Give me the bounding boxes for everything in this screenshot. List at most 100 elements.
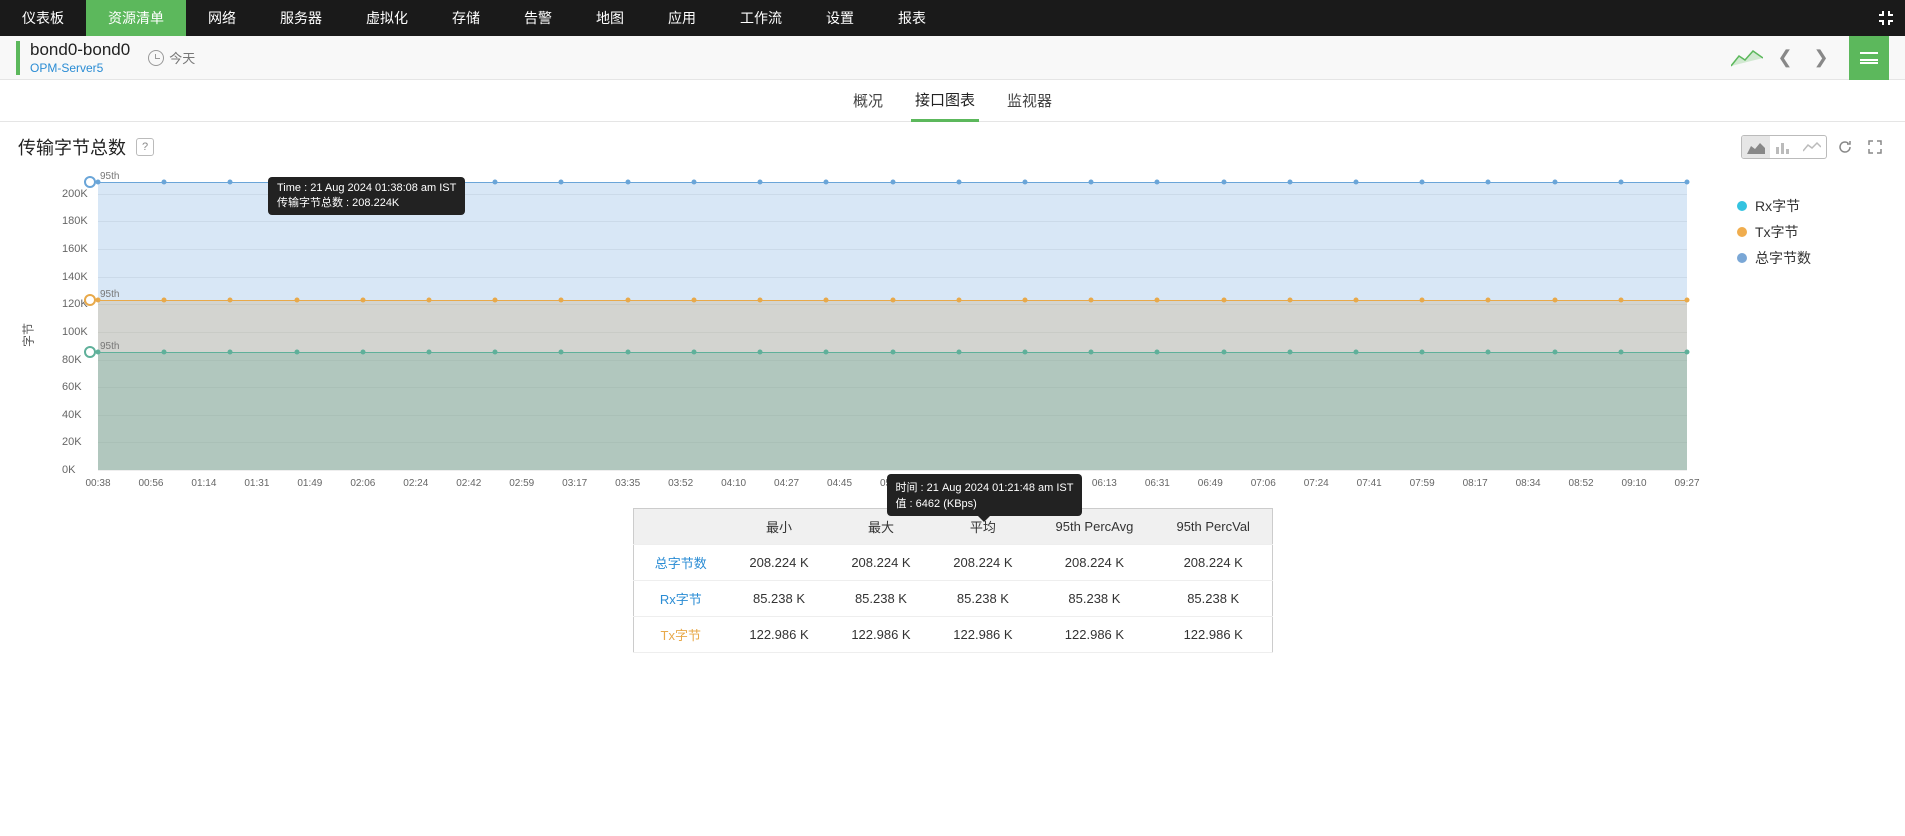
y-axis-label: 字节	[20, 323, 37, 347]
page-subheader: bond0-bond0 OPM-Server5 今天 ❮ ❯	[0, 36, 1905, 80]
tab-1[interactable]: 接口图表	[911, 80, 979, 122]
nav-item-3[interactable]: 服务器	[258, 0, 344, 36]
x-tick: 06:31	[1145, 478, 1170, 489]
stat-cell: 122.986 K	[1155, 617, 1272, 653]
x-tick: 04:10	[721, 478, 746, 489]
p95-marker	[84, 294, 96, 306]
x-tick: 09:27	[1674, 478, 1699, 489]
row-label[interactable]: 总字节数	[633, 545, 728, 581]
x-tick: 07:59	[1410, 478, 1435, 489]
p95-label: 95th	[100, 341, 119, 352]
y-tick: 180K	[62, 215, 88, 227]
stats-header	[633, 509, 728, 545]
nav-item-4[interactable]: 虚拟化	[344, 0, 430, 36]
x-tick: 06:13	[1092, 478, 1117, 489]
table-tooltip: 时间 : 21 Aug 2024 01:21:48 am IST 值 : 646…	[887, 474, 1083, 516]
chart-plot[interactable]: 字节 0K20K40K60K80K100K120K140K160K180K200…	[18, 170, 1707, 500]
stat-cell: 85.238 K	[830, 581, 932, 617]
tooltip1-line2: 传输字节总数 : 208.224K	[277, 194, 456, 210]
p95-label: 95th	[100, 171, 119, 182]
stat-cell: 208.224 K	[728, 545, 830, 581]
content-tabs: 概况接口图表监视器	[0, 80, 1905, 122]
y-tick: 140K	[62, 271, 88, 283]
x-tick: 08:52	[1569, 478, 1594, 489]
nav-item-11[interactable]: 报表	[876, 0, 948, 36]
y-tick: 40K	[62, 409, 82, 421]
tab-2[interactable]: 监视器	[1003, 80, 1056, 122]
x-tick: 09:10	[1622, 478, 1647, 489]
chart-thumbnail-icon[interactable]	[1731, 48, 1763, 68]
server-link[interactable]: OPM-Server5	[30, 61, 130, 75]
chart-type-group	[1741, 135, 1827, 159]
nav-item-6[interactable]: 告警	[502, 0, 574, 36]
next-arrow[interactable]: ❯	[1807, 44, 1835, 72]
tooltip1-line1: Time : 21 Aug 2024 01:38:08 am IST	[277, 182, 456, 194]
legend-item-2[interactable]: 总字节数	[1737, 248, 1887, 268]
reload-icon[interactable]	[1833, 136, 1857, 158]
stat-cell: 208.224 K	[1155, 545, 1272, 581]
nav-item-9[interactable]: 工作流	[718, 0, 804, 36]
x-tick: 01:31	[244, 478, 269, 489]
chart-card: 传输字节总数 ? 字节 0K20K40K60K80K100K120K140K16…	[18, 130, 1887, 653]
x-tick: 08:34	[1516, 478, 1541, 489]
menu-button[interactable]	[1849, 36, 1889, 80]
fullscreen-icon[interactable]	[1863, 136, 1887, 158]
bar-chart-icon[interactable]	[1770, 136, 1798, 158]
tab-0[interactable]: 概况	[849, 80, 887, 122]
x-tick: 00:56	[138, 478, 163, 489]
clock-icon	[148, 50, 164, 66]
y-tick: 100K	[62, 326, 88, 338]
row-label[interactable]: Tx字节	[633, 617, 728, 653]
x-tick: 03:17	[562, 478, 587, 489]
area-Rx字节	[98, 352, 1687, 470]
table-row: 总字节数208.224 K208.224 K208.224 K208.224 K…	[633, 545, 1272, 581]
x-tick: 08:17	[1463, 478, 1488, 489]
table-row: Tx字节122.986 K122.986 K122.986 K122.986 K…	[633, 617, 1272, 653]
time-range-picker[interactable]: 今天	[148, 48, 195, 67]
p95-label: 95th	[100, 289, 119, 300]
x-tick: 02:59	[509, 478, 534, 489]
p95-marker	[84, 176, 96, 188]
card-title: 传输字节总数	[18, 134, 126, 160]
stats-table: 最小最大平均95th PercAvg95th PercVal总字节数208.22…	[633, 508, 1273, 653]
x-tick: 06:49	[1198, 478, 1223, 489]
row-label[interactable]: Rx字节	[633, 581, 728, 617]
x-tick: 04:45	[827, 478, 852, 489]
legend-dot-icon	[1737, 253, 1747, 263]
nav-item-8[interactable]: 应用	[646, 0, 718, 36]
nav-item-7[interactable]: 地图	[574, 0, 646, 36]
y-tick: 20K	[62, 436, 82, 448]
area-chart-icon[interactable]	[1742, 136, 1770, 158]
x-tick: 03:35	[615, 478, 640, 489]
nav-item-2[interactable]: 网络	[186, 0, 258, 36]
nav-item-5[interactable]: 存储	[430, 0, 502, 36]
nav-item-1[interactable]: 资源清单	[86, 0, 186, 36]
x-tick: 07:06	[1251, 478, 1276, 489]
time-range-label: 今天	[169, 48, 195, 67]
stat-cell: 85.238 K	[932, 581, 1034, 617]
legend-dot-icon	[1737, 227, 1747, 237]
stat-cell: 208.224 K	[1034, 545, 1155, 581]
stats-header: 最小	[728, 509, 830, 545]
y-tick: 60K	[62, 381, 82, 393]
p95-marker	[84, 346, 96, 358]
y-tick: 200K	[62, 188, 88, 200]
y-tick: 0K	[62, 464, 75, 476]
nav-item-10[interactable]: 设置	[804, 0, 876, 36]
x-tick: 02:06	[350, 478, 375, 489]
page-title: bond0-bond0	[30, 40, 130, 60]
prev-arrow[interactable]: ❮	[1771, 44, 1799, 72]
legend-item-1[interactable]: Tx字节	[1737, 222, 1887, 242]
y-tick: 160K	[62, 243, 88, 255]
nav-item-0[interactable]: 仪表板	[0, 0, 86, 36]
help-icon[interactable]: ?	[136, 138, 154, 156]
stat-cell: 122.986 K	[830, 617, 932, 653]
stat-cell: 85.238 K	[1155, 581, 1272, 617]
legend-item-0[interactable]: Rx字节	[1737, 196, 1887, 216]
stat-cell: 85.238 K	[1034, 581, 1155, 617]
stat-cell: 208.224 K	[830, 545, 932, 581]
compress-icon[interactable]	[1877, 0, 1895, 36]
line-chart-icon[interactable]	[1798, 136, 1826, 158]
x-tick: 02:24	[403, 478, 428, 489]
y-tick: 80K	[62, 354, 82, 366]
